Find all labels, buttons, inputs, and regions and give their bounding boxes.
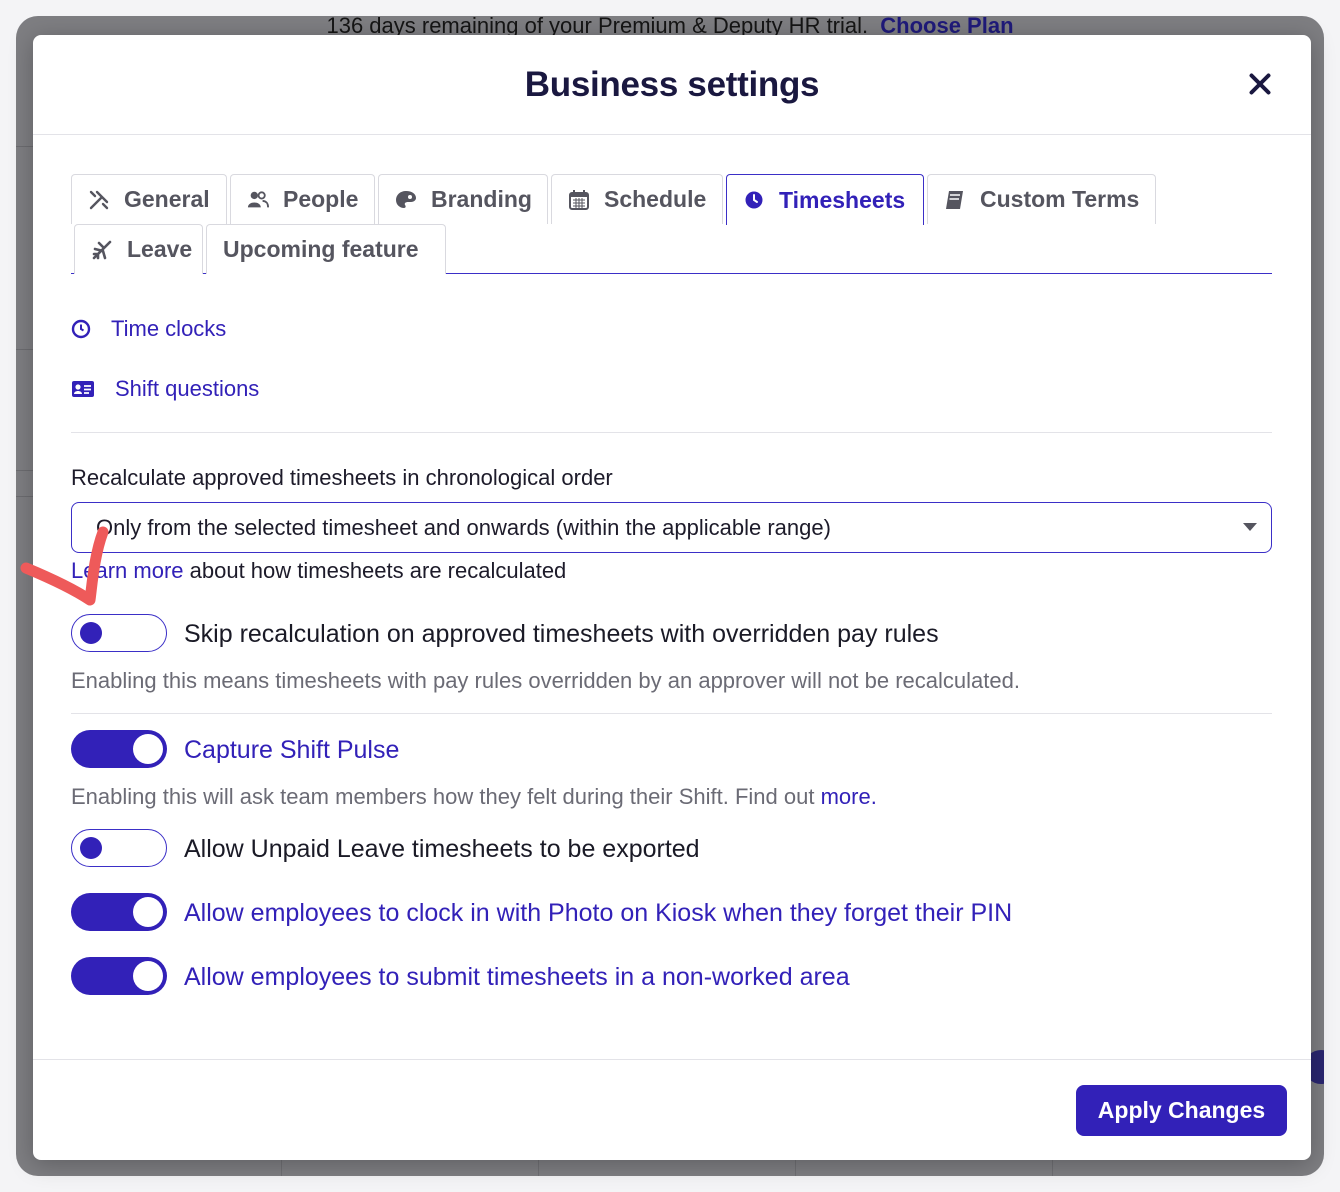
learn-more-link[interactable]: Learn more: [71, 558, 184, 583]
tools-icon: [88, 189, 110, 211]
shift-pulse-desc-text: Enabling this will ask team members how …: [71, 784, 821, 809]
tab-label: Schedule: [604, 186, 707, 212]
apply-changes-button[interactable]: Apply Changes: [1076, 1085, 1287, 1136]
learn-more-text: Learn more about how timesheets are reca…: [71, 558, 566, 584]
footer-divider: [33, 1059, 1311, 1060]
recalc-select[interactable]: Only from the selected timesheet and onw…: [71, 502, 1272, 553]
palette-icon: [395, 189, 417, 211]
close-icon[interactable]: [1247, 71, 1273, 97]
unpaid-leave-label: Allow Unpaid Leave timesheets to be expo…: [184, 835, 700, 863]
find-out-more-link[interactable]: more.: [821, 784, 877, 809]
business-settings-modal: Business settings General People Brandin…: [33, 35, 1311, 1160]
tab-upcoming-feature[interactable]: Upcoming feature: [206, 224, 446, 274]
tab-label: Custom Terms: [980, 186, 1140, 212]
recalc-selected-value: Only from the selected timesheet and onw…: [96, 515, 831, 540]
caret-down-icon: [1243, 523, 1257, 531]
tab-leave[interactable]: Leave: [74, 224, 203, 274]
non-worked-area-toggle[interactable]: [71, 957, 167, 995]
id-card-icon: [71, 379, 95, 399]
photo-kiosk-toggle[interactable]: [71, 893, 167, 931]
tab-label: People: [283, 186, 359, 212]
photo-kiosk-label[interactable]: Allow employees to clock in with Photo o…: [184, 899, 1012, 928]
tab-people[interactable]: People: [230, 174, 375, 224]
tab-label: Upcoming feature: [223, 236, 419, 262]
calendar-icon: [568, 189, 590, 211]
plane-icon: [91, 239, 113, 261]
tab-label: Timesheets: [779, 186, 906, 213]
skip-recalc-label: Skip recalculation on approved timesheet…: [184, 620, 939, 648]
tab-custom-terms[interactable]: Custom Terms: [927, 174, 1156, 224]
skip-recalc-toggle[interactable]: [71, 614, 167, 652]
shift-pulse-toggle[interactable]: [71, 730, 167, 768]
tab-general[interactable]: General: [71, 174, 227, 224]
modal-title: Business settings: [524, 65, 820, 104]
modal-header: Business settings: [33, 35, 1311, 135]
people-icon: [247, 189, 269, 211]
shift-questions-link[interactable]: Shift questions: [71, 376, 259, 402]
tab-label: General: [124, 186, 210, 212]
clock-icon: [743, 189, 765, 211]
shift-pulse-label[interactable]: Capture Shift Pulse: [184, 736, 399, 765]
time-clocks-label: Time clocks: [111, 316, 227, 341]
section-divider: [71, 713, 1272, 714]
tab-label: Leave: [127, 236, 193, 262]
unpaid-leave-toggle[interactable]: [71, 829, 167, 867]
tab-schedule[interactable]: Schedule: [551, 174, 723, 224]
section-divider: [71, 432, 1272, 433]
shift-questions-label: Shift questions: [115, 376, 260, 401]
settings-tabs: General People Branding Schedule Timeshe…: [71, 174, 1272, 274]
learn-more-rest: about how timesheets are recalculated: [183, 558, 567, 583]
time-clocks-link[interactable]: Time clocks: [71, 316, 226, 342]
tab-timesheets[interactable]: Timesheets: [726, 174, 924, 225]
skip-recalc-desc: Enabling this means timesheets with pay …: [71, 668, 1020, 693]
recalc-label: Recalculate approved timesheets in chron…: [71, 465, 613, 490]
non-worked-area-label[interactable]: Allow employees to submit timesheets in …: [184, 963, 850, 992]
tab-label: Branding: [431, 186, 532, 212]
clock-icon: [71, 319, 91, 339]
book-icon: [944, 189, 966, 211]
tab-branding[interactable]: Branding: [378, 174, 548, 224]
shift-pulse-desc: Enabling this will ask team members how …: [71, 784, 877, 810]
